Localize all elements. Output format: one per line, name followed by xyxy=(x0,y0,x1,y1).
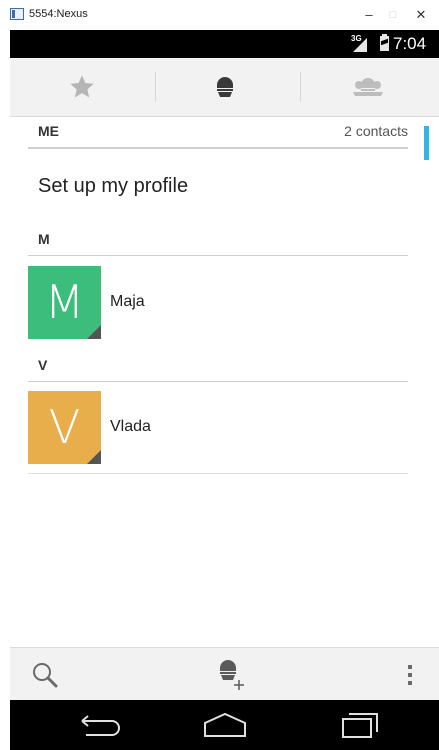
battery-icon xyxy=(380,34,389,51)
contact-name: Maja xyxy=(110,293,145,310)
group-icon xyxy=(352,78,383,96)
person-icon xyxy=(216,77,233,97)
recent-apps-icon xyxy=(342,713,378,738)
navigation-bar xyxy=(10,700,439,750)
tab-all-contacts[interactable] xyxy=(153,58,296,116)
home-button[interactable] xyxy=(190,700,260,750)
tab-favorites[interactable] xyxy=(10,58,153,116)
maximize-button[interactable]: □ xyxy=(380,4,406,26)
section-header-m: M xyxy=(28,225,408,256)
overflow-menu-icon xyxy=(408,664,412,685)
section-letter: V xyxy=(38,357,48,373)
recent-apps-button[interactable] xyxy=(325,700,395,750)
list-divider xyxy=(28,473,408,474)
avatar: M xyxy=(28,266,101,339)
add-contact-button[interactable] xyxy=(200,648,260,701)
me-header-label: ME xyxy=(38,123,59,139)
back-button[interactable] xyxy=(65,700,135,750)
contact-count: 2 contacts xyxy=(344,123,408,139)
window-title: 5554:Nexus xyxy=(29,8,88,20)
me-section-header: ME 2 contacts xyxy=(28,117,408,149)
contact-item-maja[interactable]: M Maja xyxy=(28,266,408,342)
overflow-menu-button[interactable] xyxy=(390,648,430,701)
contact-item-vlada[interactable]: V Vlada xyxy=(28,391,408,467)
home-icon xyxy=(204,712,246,737)
search-icon xyxy=(33,662,58,687)
status-time: 7:04 xyxy=(393,34,427,53)
tab-groups[interactable] xyxy=(296,58,439,116)
contact-name: Vlada xyxy=(110,418,151,435)
status-bar: 3G 7:04 xyxy=(10,30,439,58)
quick-contact-badge-icon xyxy=(87,325,101,339)
network-type-label: 3G xyxy=(351,34,362,43)
section-letter: M xyxy=(38,231,50,247)
scrollbar-thumb[interactable] xyxy=(424,126,429,160)
tab-bar xyxy=(10,58,439,117)
section-header-v: V xyxy=(28,351,408,382)
star-icon xyxy=(69,75,94,98)
add-contact-icon xyxy=(220,659,244,690)
bottom-action-bar xyxy=(10,647,439,701)
minimize-button[interactable]: – xyxy=(356,4,382,26)
emulator-app-icon xyxy=(10,8,24,20)
signal-icon: 3G xyxy=(351,34,367,52)
contacts-list[interactable]: ME 2 contacts Set up my profile M M Maja… xyxy=(10,117,439,647)
window-title-bar: 5554:Nexus – □ ✕ xyxy=(0,0,439,30)
close-button[interactable]: ✕ xyxy=(408,4,434,26)
quick-contact-badge-icon xyxy=(87,450,101,464)
avatar: V xyxy=(28,391,101,464)
back-icon xyxy=(81,715,120,736)
set-up-profile-item[interactable]: Set up my profile xyxy=(38,175,188,198)
search-button[interactable] xyxy=(20,648,70,701)
